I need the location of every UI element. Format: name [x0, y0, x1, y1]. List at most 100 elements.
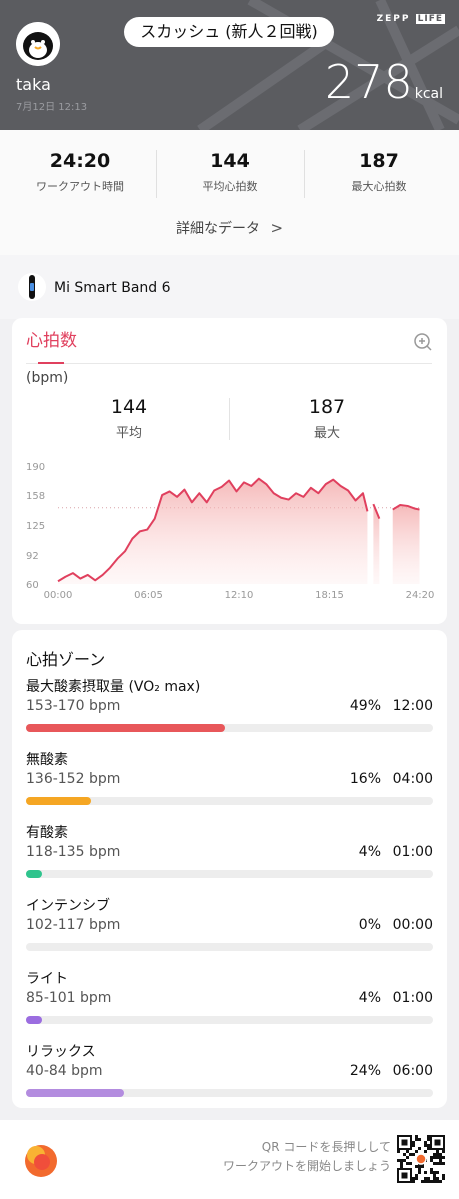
workout-title[interactable]: スカッシュ (新人２回戦)	[124, 17, 334, 47]
zone-progress-track	[26, 797, 433, 805]
zone-progress-track	[26, 1089, 433, 1097]
detailed-data-link[interactable]: 詳細なデータ >	[0, 218, 459, 238]
qr-module	[418, 1171, 421, 1174]
y-tick-label: 190	[26, 462, 45, 473]
zone-item: 無酸素 136-152 bpm 16% 04:00	[26, 749, 433, 809]
heart-rate-chart[interactable]: 190 158 125 92 60 00:00 06:05 12:10 18:15 24:20	[12, 318, 447, 624]
qr-module	[436, 1162, 439, 1165]
qr-module	[412, 1177, 415, 1180]
device-name: Mi Smart Band 6	[54, 280, 171, 296]
zone-percent: 4%	[358, 844, 381, 860]
zone-range: 118-135 bpm	[26, 844, 121, 860]
qr-module	[403, 1153, 406, 1156]
qr-module	[436, 1171, 439, 1174]
qr-module	[424, 1171, 427, 1174]
qr-module	[427, 1138, 430, 1141]
username: taka	[16, 75, 51, 94]
zone-progress-fill	[26, 870, 43, 878]
zone-time: 12:00	[392, 698, 433, 714]
qr-module	[415, 1150, 418, 1153]
zone-progress-track	[26, 943, 433, 951]
qr-module	[412, 1153, 415, 1156]
qr-module	[415, 1135, 418, 1138]
zone-name: 最大酸素摂取量 (VO₂ max)	[26, 679, 201, 695]
qr-module	[430, 1168, 433, 1171]
qr-module	[424, 1150, 427, 1153]
qr-module	[397, 1150, 400, 1153]
brand-text: ZEPP	[376, 14, 411, 24]
footer-share: QR コードを長押しして ワークアウトを開始しましょう	[0, 1120, 459, 1199]
qr-module	[439, 1159, 442, 1162]
y-tick-label: 125	[26, 521, 45, 532]
zone-item: インテンシブ 102-117 bpm 0% 00:00	[26, 895, 433, 955]
hr-area	[392, 505, 420, 584]
qr-module	[430, 1156, 433, 1159]
qr-finder-center	[401, 1172, 408, 1179]
qr-module	[433, 1153, 436, 1156]
stat-workout-time: 24:20 ワークアウト時間	[5, 150, 155, 194]
qr-module	[400, 1162, 403, 1165]
avatar[interactable]	[16, 22, 60, 66]
qr-module	[427, 1135, 430, 1138]
zone-progress-fill	[26, 724, 226, 732]
zone-percent: 0%	[358, 917, 381, 933]
qr-code[interactable]	[397, 1135, 445, 1183]
qr-module	[442, 1162, 445, 1165]
y-tick-label: 92	[26, 551, 39, 562]
stat-label: ワークアウト時間	[36, 180, 124, 193]
penguin-avatar-icon	[16, 22, 60, 66]
qr-module	[433, 1171, 436, 1174]
qr-module	[412, 1180, 415, 1183]
qr-module	[409, 1162, 412, 1165]
x-tick-label: 24:20	[406, 590, 435, 601]
x-tick-label: 00:00	[44, 590, 73, 601]
qr-module	[409, 1153, 412, 1156]
zone-percent: 49%	[349, 698, 381, 714]
qr-module	[397, 1159, 400, 1162]
qr-module	[415, 1174, 418, 1177]
calories-unit: kcal	[414, 86, 443, 102]
qr-module	[418, 1138, 421, 1141]
qr-module	[415, 1177, 418, 1180]
brand-logo: ZEPP LIFE	[377, 14, 445, 24]
zepp-life-logo-icon	[25, 1145, 57, 1177]
qr-module	[433, 1180, 436, 1183]
zone-name: 有酸素	[26, 825, 68, 841]
qr-line-1: QR コードを長押しして	[261, 1140, 391, 1154]
zone-progress-track	[26, 724, 433, 732]
qr-module	[439, 1156, 442, 1159]
zone-progress-track	[26, 870, 433, 878]
qr-module	[424, 1177, 427, 1180]
zone-time: 01:00	[392, 844, 433, 860]
qr-module	[436, 1153, 439, 1156]
qr-module	[403, 1159, 406, 1162]
stat-value: 24:20	[49, 150, 111, 172]
y-tick-label: 158	[26, 491, 45, 502]
brand-life-text: LIFE	[415, 14, 445, 24]
qr-module	[412, 1144, 415, 1147]
stat-label: 平均心拍数	[202, 180, 258, 193]
qr-module	[427, 1177, 430, 1180]
qr-module	[433, 1162, 436, 1165]
zone-progress-fill	[26, 1016, 43, 1024]
qr-module	[421, 1165, 424, 1168]
zone-progress-track	[26, 1016, 433, 1024]
zone-name: 無酸素	[26, 752, 68, 768]
qr-module	[436, 1177, 439, 1180]
zone-item: ライト 85-101 bpm 4% 01:00	[26, 968, 433, 1028]
qr-module	[436, 1156, 439, 1159]
zone-time: 04:00	[392, 771, 433, 787]
zone-item: リラックス 40-84 bpm 24% 06:00	[26, 1041, 433, 1101]
qr-module	[418, 1168, 421, 1171]
stat-max-hr: 187 最大心拍数	[304, 150, 454, 194]
heart-rate-card: 心拍数 (bpm) 144 平均 187 最大 190 158 125 92 60 00:…	[12, 318, 447, 624]
smart-band-icon	[18, 273, 46, 301]
zone-range: 136-152 bpm	[26, 771, 121, 787]
zones-title: 心拍ゾーン	[26, 650, 106, 669]
zone-name: リラックス	[26, 1044, 96, 1060]
zone-percent: 16%	[349, 771, 381, 787]
zone-range: 153-170 bpm	[26, 698, 121, 714]
zone-time: 01:00	[392, 990, 433, 1006]
qr-module	[436, 1150, 439, 1153]
zone-progress-fill	[26, 1089, 124, 1097]
